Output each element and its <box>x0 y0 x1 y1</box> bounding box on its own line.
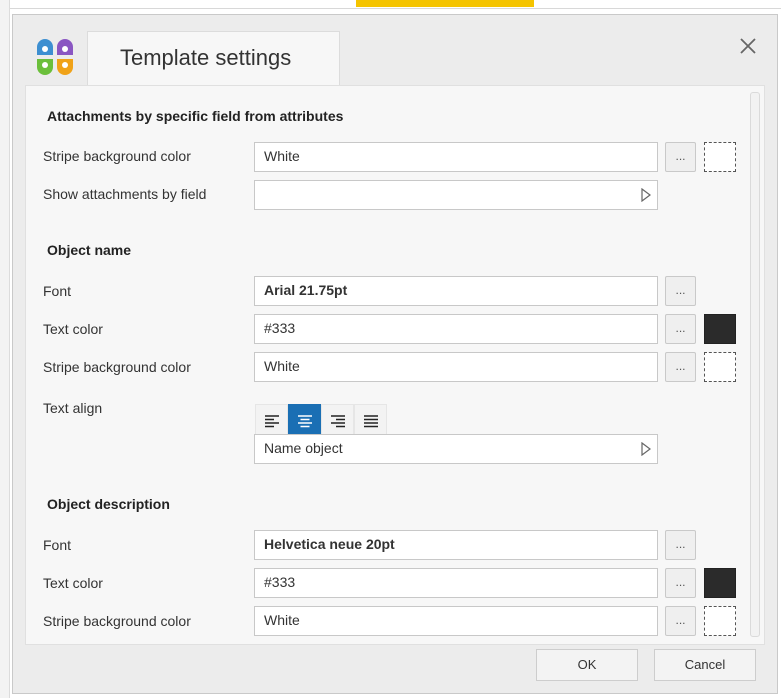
background-app-bar <box>356 0 534 7</box>
ok-button[interactable]: OK <box>536 649 638 681</box>
align-center-button[interactable] <box>288 404 321 437</box>
object-name-color-field[interactable]: #333 <box>254 314 658 344</box>
object-description-stripe-picker-button[interactable]: ... <box>665 606 696 636</box>
object-name-stripe-label: Stripe background color <box>43 359 191 375</box>
text-align-group <box>255 404 387 437</box>
object-description-color-value: #333 <box>264 574 296 590</box>
background-divider <box>0 8 781 9</box>
object-description-color-swatch[interactable] <box>704 568 736 598</box>
attachments-stripe-picker-button[interactable]: ... <box>665 142 696 172</box>
name-object-value: Name object <box>264 440 343 456</box>
object-name-color-label: Text color <box>43 321 103 337</box>
object-description-color-label: Text color <box>43 575 103 591</box>
object-description-color-field[interactable]: #333 <box>254 568 658 598</box>
dialog-header: Template settings <box>13 15 777 85</box>
text-align-label: Text align <box>43 400 103 416</box>
settings-panel: Attachments by specific field from attri… <box>25 85 765 645</box>
object-name-stripe-swatch[interactable] <box>704 352 736 382</box>
cancel-button[interactable]: Cancel <box>654 649 756 681</box>
object-name-stripe-value: White <box>264 358 300 374</box>
object-description-stripe-value: White <box>264 612 300 628</box>
attachments-stripe-value: White <box>264 148 300 164</box>
background-edge <box>0 0 10 698</box>
vertical-scrollbar[interactable] <box>750 92 760 637</box>
object-name-color-value: #333 <box>264 320 296 336</box>
object-name-color-swatch[interactable] <box>704 314 736 344</box>
object-description-font-picker-button[interactable]: ... <box>665 530 696 560</box>
attachments-stripe-swatch[interactable] <box>704 142 736 172</box>
align-justify-button[interactable] <box>354 404 387 437</box>
title-tab: Template settings <box>87 31 340 85</box>
object-name-stripe-field[interactable]: White <box>254 352 658 382</box>
object-description-color-picker-button[interactable]: ... <box>665 568 696 598</box>
object-name-font-picker-button[interactable]: ... <box>665 276 696 306</box>
object-name-font-label: Font <box>43 283 72 299</box>
attachments-stripe-label: Stripe background color <box>43 148 191 164</box>
align-right-icon <box>330 414 345 427</box>
object-name-color-picker-button[interactable]: ... <box>665 314 696 344</box>
object-description-stripe-label: Stripe background color <box>43 613 191 629</box>
align-right-button[interactable] <box>321 404 354 437</box>
dropdown-arrow-icon <box>641 188 651 202</box>
section-title-object-description: Object description <box>47 496 170 512</box>
show-attachments-select[interactable] <box>254 180 658 210</box>
object-description-font-label: Font <box>43 537 72 553</box>
attachments-stripe-field[interactable]: White <box>254 142 658 172</box>
object-description-font-value: Helvetica neue 20pt <box>264 536 395 552</box>
close-icon[interactable] <box>737 35 759 57</box>
object-description-stripe-swatch[interactable] <box>704 606 736 636</box>
align-left-button[interactable] <box>255 404 288 437</box>
section-title-object-name: Object name <box>47 242 132 258</box>
template-settings-dialog: Template settings Attachments by specifi… <box>12 14 778 694</box>
object-name-font-field[interactable]: Arial 21.75pt <box>254 276 658 306</box>
name-object-select[interactable]: Name object <box>254 434 658 464</box>
object-description-stripe-field[interactable]: White <box>254 606 658 636</box>
app-logo-icon <box>37 39 73 75</box>
dialog-title: Template settings <box>120 45 292 70</box>
object-name-stripe-picker-button[interactable]: ... <box>665 352 696 382</box>
dropdown-arrow-icon <box>641 442 651 456</box>
object-name-font-value: Arial 21.75pt <box>264 282 348 298</box>
show-attachments-label: Show attachments by field <box>43 186 207 202</box>
section-title-attachments: Attachments by specific field from attri… <box>47 108 344 124</box>
object-description-font-field[interactable]: Helvetica neue 20pt <box>254 530 658 560</box>
align-left-icon <box>264 414 279 427</box>
align-center-icon <box>297 414 312 427</box>
align-justify-icon <box>363 414 378 427</box>
